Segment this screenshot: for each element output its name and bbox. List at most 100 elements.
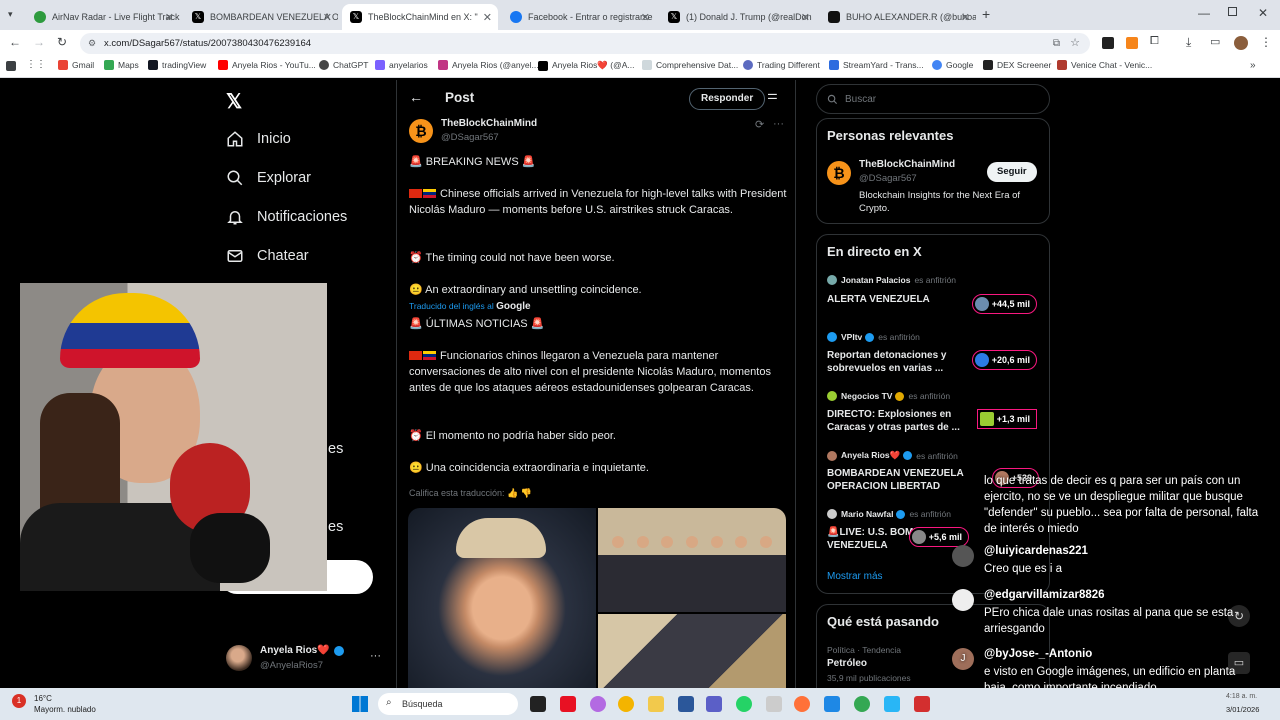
- post-more-icon[interactable]: ···: [773, 118, 784, 130]
- share-icon[interactable]: ↻: [1228, 605, 1250, 627]
- grok-icon[interactable]: ⟳: [755, 118, 764, 131]
- bookmark-item[interactable]: Venice Chat - Venic...: [1057, 60, 1152, 70]
- youtube-icon[interactable]: [560, 696, 576, 712]
- live-count-badge[interactable]: +1,3 mil: [976, 409, 1037, 429]
- weather-temp[interactable]: 16°C: [34, 694, 52, 703]
- teams-icon[interactable]: [706, 696, 722, 712]
- copilot-icon[interactable]: [590, 696, 606, 712]
- clock-time[interactable]: 4:18 a. m.: [1226, 693, 1257, 700]
- translation-attribution[interactable]: Traducido del inglés al Google: [409, 298, 789, 315]
- sliders-icon[interactable]: ⚌: [767, 88, 778, 102]
- reply-button[interactable]: Responder: [689, 88, 766, 110]
- taskbar-search[interactable]: ⌕ Búsqueda: [378, 693, 518, 715]
- bookmark-item[interactable]: Anyela Rios - YouTu...: [218, 60, 316, 70]
- windows-start-icon[interactable]: [352, 696, 368, 712]
- browser-tab[interactable]: Facebook - Entrar o registrarse ✕: [502, 4, 656, 30]
- sidebar-partial-label[interactable]: es: [328, 519, 343, 535]
- app-icon[interactable]: [824, 696, 840, 712]
- forward-icon[interactable]: →: [33, 35, 45, 49]
- live-title[interactable]: Reportan detonaciones y sobrevuelos en v…: [827, 349, 967, 375]
- thumbs-up-icon[interactable]: 👍: [507, 488, 518, 498]
- firefox-icon[interactable]: [794, 696, 810, 712]
- bookmark-item[interactable]: anyelarios: [375, 60, 428, 70]
- bookmark-item[interactable]: Gmail: [58, 60, 94, 70]
- clock-date[interactable]: 3/01/2026: [1226, 705, 1259, 714]
- extensions-icon[interactable]: ⧠: [1150, 35, 1159, 48]
- weather-icon[interactable]: 1: [12, 694, 26, 708]
- sidebar-item-chatear[interactable]: Chatear: [226, 247, 309, 265]
- more-bookmarks-icon[interactable]: »: [1250, 60, 1256, 71]
- browser-tab[interactable]: AirNav Radar - Live Flight Track ✕: [26, 4, 180, 30]
- whatsapp-icon[interactable]: [736, 696, 752, 712]
- word-icon[interactable]: [678, 696, 694, 712]
- browser-tab[interactable]: 𝕏 BOMBARDEAN VENEZUELA OP ✕: [184, 4, 338, 30]
- close-icon[interactable]: ✕: [641, 11, 650, 24]
- thumbs-down-icon[interactable]: 👎: [521, 488, 532, 498]
- x-logo-icon[interactable]: 𝕏: [226, 89, 242, 114]
- extension-icon[interactable]: [1102, 37, 1114, 49]
- app-icon[interactable]: [766, 696, 782, 712]
- sidebar-item-explorar[interactable]: Explorar: [226, 169, 311, 187]
- sidebar-toggle-icon[interactable]: [6, 61, 16, 71]
- install-app-icon[interactable]: ⧉: [1053, 33, 1060, 54]
- sidebar-partial-label[interactable]: es: [328, 441, 343, 457]
- author-handle[interactable]: @DSagar567: [441, 132, 499, 143]
- browser-tab[interactable]: 𝕏 (1) Donald J. Trump (@realDon ✕: [660, 4, 816, 30]
- sidebar-item-inicio[interactable]: Inicio: [226, 130, 291, 148]
- bookmark-item[interactable]: tradingView: [148, 60, 206, 70]
- account-more-icon[interactable]: ···: [370, 650, 381, 662]
- address-bar[interactable]: ⚙ x.com/DSagar567/status/200738043047623…: [80, 33, 1090, 54]
- close-icon[interactable]: ✕: [165, 11, 174, 24]
- author-avatar[interactable]: ₿: [409, 119, 433, 143]
- bookmark-star-icon[interactable]: ☆: [1070, 33, 1080, 54]
- close-icon[interactable]: ✕: [961, 11, 970, 24]
- show-more-link[interactable]: Mostrar más: [827, 571, 883, 582]
- download-icon[interactable]: ⤓: [1186, 35, 1191, 50]
- sidebar-item-notificaciones[interactable]: Notificaciones: [226, 208, 347, 226]
- chrome-active-icon[interactable]: [854, 696, 870, 712]
- author-name[interactable]: TheBlockChainMind: [441, 118, 537, 129]
- folder-icon[interactable]: [648, 696, 664, 712]
- metamask-icon[interactable]: [1126, 37, 1138, 49]
- close-icon[interactable]: ✕: [801, 11, 810, 24]
- restore-icon[interactable]: [1228, 7, 1237, 16]
- post-image-group[interactable]: [598, 508, 786, 612]
- bookmark-item[interactable]: Comprehensive Dat...: [642, 60, 738, 70]
- downloads-list-icon[interactable]: ▭: [1210, 35, 1220, 48]
- live-title[interactable]: ALERTA VENEZUELA: [827, 293, 967, 306]
- back-icon[interactable]: ←: [9, 35, 21, 49]
- search-input[interactable]: Buscar: [816, 84, 1050, 114]
- follow-button[interactable]: Seguir: [987, 162, 1037, 182]
- post-image-portrait[interactable]: [408, 508, 596, 688]
- new-tab-icon[interactable]: +: [982, 6, 990, 22]
- bookmark-item[interactable]: DEX Screener: [983, 60, 1051, 70]
- close-icon[interactable]: ✕: [483, 11, 492, 24]
- tab-search-icon[interactable]: ▾: [8, 9, 13, 20]
- browser-tab-active[interactable]: 𝕏 TheBlockChainMind en X: " ✕: [342, 4, 498, 30]
- bookmark-item[interactable]: Google: [932, 60, 973, 70]
- bookmark-item[interactable]: Anyela Rios❤️ (@A...: [538, 60, 635, 71]
- telegram-icon[interactable]: [884, 696, 900, 712]
- bookmark-item[interactable]: StreamYard - Trans...: [829, 60, 924, 70]
- app-icon[interactable]: [914, 696, 930, 712]
- bookmark-item[interactable]: Maps: [104, 60, 139, 70]
- live-count-badge[interactable]: +5,6 mil: [908, 527, 969, 547]
- live-title[interactable]: BOMBARDEAN VENEZUELA OPERACION LIBERTAD: [827, 467, 967, 493]
- apps-icon[interactable]: ⋮⋮: [26, 59, 46, 70]
- menu-icon[interactable]: ⋮: [1260, 35, 1272, 49]
- minimize-icon[interactable]: —: [1198, 6, 1210, 20]
- trend-name[interactable]: Petróleo: [827, 658, 867, 669]
- chrome-icon[interactable]: [618, 696, 634, 712]
- close-window-icon[interactable]: ✕: [1258, 6, 1268, 20]
- browser-tab[interactable]: BUHO ALEXANDER.R (@buhoa ✕: [820, 4, 976, 30]
- relevant-avatar[interactable]: ₿: [827, 161, 851, 185]
- account-avatar[interactable]: [226, 645, 252, 671]
- live-count-badge[interactable]: +44,5 mil: [971, 294, 1037, 314]
- bookmark-item[interactable]: Trading Different: [743, 60, 820, 70]
- relevant-name[interactable]: TheBlockChainMind: [859, 159, 955, 170]
- live-title[interactable]: DIRECTO: Explosiones en Caracas y otras …: [827, 408, 967, 434]
- bookmark-item[interactable]: Anyela Rios (@anyel...: [438, 60, 539, 70]
- profile-avatar[interactable]: [1234, 36, 1248, 50]
- chat-icon[interactable]: ▭: [1228, 652, 1250, 674]
- site-info-icon[interactable]: ⚙: [88, 33, 96, 54]
